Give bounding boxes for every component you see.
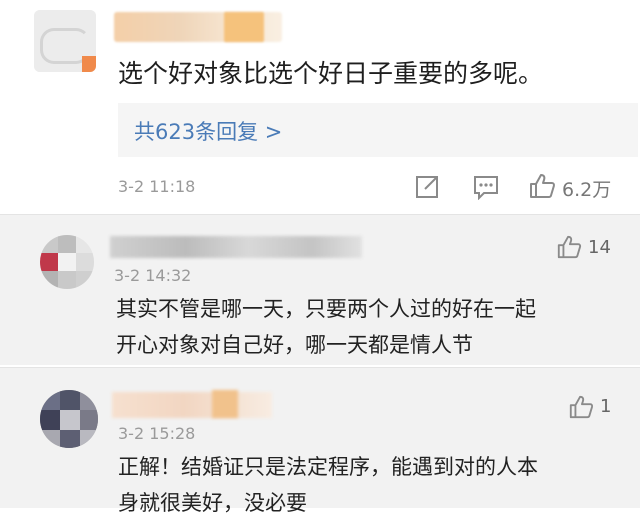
reply-text-line: 其实不管是哪一天，只要两个人过的好在一起 bbox=[116, 297, 536, 321]
reply-item bbox=[0, 368, 640, 508]
reply-text-line: 身就很美好，没必要 bbox=[118, 491, 307, 515]
reply-text-line: 开心对象对自己好，哪一天都是情人节 bbox=[116, 333, 473, 357]
comment-time: 3-2 11:18 bbox=[118, 177, 196, 196]
share-icon[interactable] bbox=[414, 174, 440, 200]
like-count: 14 bbox=[588, 237, 611, 258]
avatar[interactable] bbox=[40, 235, 94, 289]
like-count: 6.2万 bbox=[562, 179, 612, 201]
reply-time: 3-2 15:28 bbox=[118, 424, 196, 443]
avatar[interactable] bbox=[40, 390, 98, 448]
view-replies-link[interactable]: 共623条回复 > bbox=[134, 116, 282, 146]
comment-icon[interactable] bbox=[472, 174, 500, 201]
user-badge-blurred bbox=[224, 12, 264, 42]
user-badge-blurred bbox=[212, 390, 238, 418]
like-icon[interactable] bbox=[528, 172, 556, 200]
reply-time: 3-2 14:32 bbox=[114, 266, 192, 285]
comment-text: 选个好对象比选个好日子重要的多呢。 bbox=[118, 59, 544, 88]
like-icon[interactable] bbox=[568, 394, 594, 420]
like-count: 1 bbox=[600, 396, 612, 417]
reply-text-line: 正解！结婚证只是法定程序，能遇到对的人本 bbox=[118, 455, 538, 479]
username-blurred[interactable] bbox=[110, 236, 362, 258]
username-blurred[interactable] bbox=[112, 392, 272, 418]
avatar[interactable] bbox=[34, 10, 96, 72]
like-icon[interactable] bbox=[556, 234, 582, 260]
